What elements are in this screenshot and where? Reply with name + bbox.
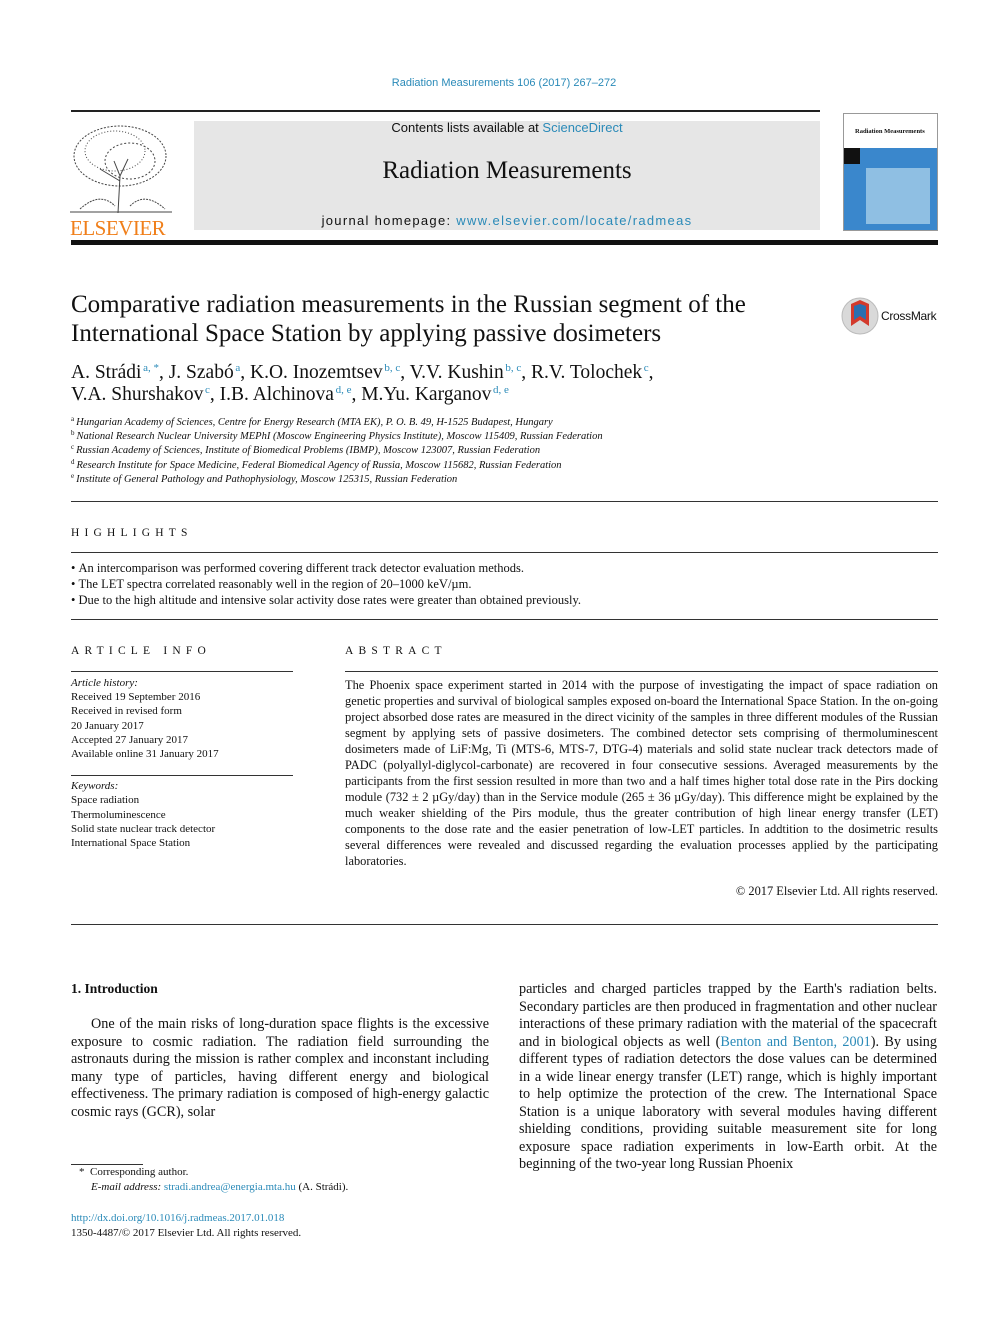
history-item: Accepted 27 January 2017 <box>71 733 188 746</box>
homepage-prefix: journal homepage: <box>321 213 457 228</box>
intro-right-column: particles and charged particles trapped … <box>519 981 937 1172</box>
author[interactable]: K.O. Inozemtsev b, c <box>250 362 400 383</box>
history-label: Article history: <box>71 677 138 689</box>
abstract-copyright: © 2017 Elsevier Ltd. All rights reserved… <box>735 884 938 898</box>
author[interactable]: V.A. Shurshakov c <box>71 384 210 405</box>
affiliation: c Russian Academy of Sciences, Institute … <box>71 443 541 457</box>
divider <box>71 240 938 245</box>
journal-citation[interactable]: Radiation Measurements 106 (2017) 267–27… <box>0 77 992 89</box>
sciencedirect-link[interactable]: ScienceDirect <box>542 120 622 135</box>
highlight-item: • The LET spectra correlated reasonably … <box>71 577 472 591</box>
author[interactable]: R.V. Tolochek c <box>531 362 649 383</box>
contents-prefix: Contents lists available at <box>391 120 543 135</box>
keyword: Space radiation <box>71 794 140 807</box>
keyword: Solid state nuclear track detector <box>71 822 216 835</box>
history-item: 20 January 2017 <box>71 719 144 732</box>
journal-title: Radiation Measurements <box>382 157 632 184</box>
affiliation: e Institute of General Pathology and Path… <box>71 471 458 485</box>
elsevier-wordmark: ELSEVIER <box>70 216 166 240</box>
elsevier-tree-icon <box>70 125 172 214</box>
divider <box>71 110 820 112</box>
journal-homepage: journal homepage: www.elsevier.com/locat… <box>194 213 820 228</box>
email-line: E-mail address: stradi.andrea@energia.mt… <box>91 1181 349 1193</box>
divider <box>71 552 938 553</box>
article-title: Comparative radiation measurements in th… <box>71 291 746 347</box>
divider <box>71 671 293 672</box>
author[interactable]: J. Szabó a <box>169 362 241 383</box>
author[interactable]: V.V. Kushin b, c <box>410 362 522 383</box>
abstract-heading: ABSTRACT <box>345 645 447 657</box>
divider <box>71 775 293 777</box>
author[interactable]: A. Strádi a, * <box>71 362 159 383</box>
highlights-heading: HIGHLIGHTS <box>71 527 193 539</box>
history-item: Received 19 September 2016 <box>71 691 201 704</box>
article-info-heading: ARTICLE INFO <box>71 645 211 657</box>
crossmark-button[interactable]: CrossMark <box>840 296 940 336</box>
elsevier-logo[interactable]: ELSEVIER <box>70 121 172 239</box>
divider <box>345 671 938 672</box>
doi-block: http://dx.doi.org/10.1016/j.radmeas.2017… <box>71 1211 301 1241</box>
crossmark-icon <box>841 297 879 335</box>
doi-link[interactable]: http://dx.doi.org/10.1016/j.radmeas.2017… <box>71 1211 301 1226</box>
author[interactable]: I.B. Alchinova d, e <box>220 384 352 405</box>
highlights-list: • An intercomparison was performed cover… <box>71 560 938 608</box>
keywords-label: Keywords: <box>71 780 119 793</box>
history-item: Received in revised form <box>71 705 182 718</box>
corresponding-author-note: * Corresponding author. <box>79 1166 189 1178</box>
intro-left-column: One of the main risks of long-duration s… <box>71 1016 489 1120</box>
journal-banner: Contents lists available at ScienceDirec… <box>194 121 820 230</box>
history-item: Available online 31 January 2017 <box>71 748 219 761</box>
author-list: A. Strádi a, *, J. Szabó a, K.O. Inozemt… <box>71 362 654 405</box>
cover-title: Radiation Measurements <box>855 128 925 135</box>
affiliation: a Hungarian Academy of Sciences, Centre f… <box>71 415 553 429</box>
affiliation: b National Research Nuclear University ME… <box>71 429 603 443</box>
affiliations: a Hungarian Academy of Sciences, Centre f… <box>71 416 871 487</box>
homepage-link[interactable]: www.elsevier.com/locate/radmeas <box>456 213 692 228</box>
highlight-item: • An intercomparison was performed cover… <box>71 561 524 575</box>
article-info: Article history: Received 19 September 2… <box>71 676 293 850</box>
abstract-text: The Phoenix space experiment started in … <box>345 678 938 868</box>
journal-cover-thumbnail[interactable]: Radiation Measurements <box>843 113 938 231</box>
keyword: International Space Station <box>71 837 191 850</box>
divider <box>71 501 938 502</box>
author[interactable]: M.Yu. Karganov d, e <box>361 384 509 405</box>
highlight-item: • Due to the high altitude and intensive… <box>71 593 582 607</box>
keyword: Thermoluminescence <box>71 808 166 821</box>
contents-line: Contents lists available at ScienceDirec… <box>194 121 820 135</box>
footnote: * Corresponding author. E-mail address: … <box>71 1165 491 1195</box>
divider <box>71 924 938 925</box>
section-heading-introduction: 1. Introduction <box>71 981 158 996</box>
issn-line: 1350-4487/© 2017 Elsevier Ltd. All right… <box>71 1227 302 1239</box>
reference-link[interactable]: Benton and Benton, 2001 <box>720 1034 870 1050</box>
crossmark-label: CrossMark <box>881 309 937 323</box>
affiliation: d Research Institute for Space Medicine, … <box>71 457 562 471</box>
divider <box>71 619 938 620</box>
email-link[interactable]: stradi.andrea@energia.mta.hu <box>164 1181 296 1193</box>
